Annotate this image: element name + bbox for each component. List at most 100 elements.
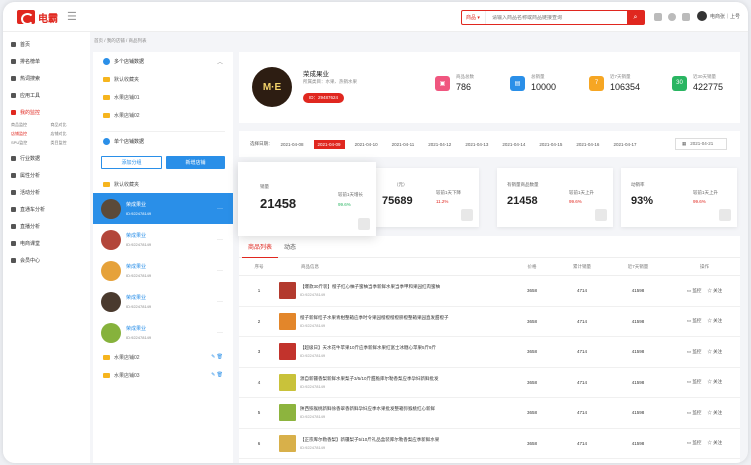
date-option[interactable]: 2021-04-16 <box>572 140 603 149</box>
date-option[interactable]: 2021-04-08 <box>277 140 308 149</box>
stat-card-goods-with-sales[interactable]: 有销量商品数量 21458 较前1天上升 99.6% <box>497 168 613 227</box>
store-item[interactable]: 荣成果业 ID:922478149 ··· <box>93 224 233 255</box>
more-icon[interactable]: ··· <box>217 330 223 336</box>
sidebar-item-activity[interactable]: 活动分析 <box>3 184 90 201</box>
follow-button[interactable]: ☆ 关注 <box>707 349 722 355</box>
group-single-header[interactable]: 单个店铺数据 <box>93 132 233 150</box>
folder-item[interactable]: 水果店铺02 <box>93 106 233 124</box>
message-icon[interactable] <box>682 13 690 21</box>
more-icon[interactable]: ··· <box>217 206 223 212</box>
folder-item[interactable]: 水果店铺01 <box>93 88 233 106</box>
sidebar-item-home[interactable]: 首页 <box>3 36 90 53</box>
date-option[interactable]: 2021-04-12 <box>424 140 455 149</box>
date-option[interactable]: 2021-04-15 <box>535 140 566 149</box>
sidebar-item-my-monitor[interactable]: 我的监控 <box>3 104 90 121</box>
add-store-button[interactable]: 新增店铺 <box>166 156 225 169</box>
product-thumbnail[interactable] <box>279 434 296 452</box>
search-button[interactable]: ⌕ <box>627 11 644 24</box>
menu-toggle-icon[interactable]: ☰ <box>67 10 77 23</box>
cart-icon[interactable] <box>654 13 662 21</box>
product-name[interactable]: 【正宗库尔勒香梨】新疆梨子5/10斤礼品盒装库尔勒香梨应季新鲜水果 <box>300 437 439 443</box>
follow-button[interactable]: ☆ 关注 <box>707 440 722 446</box>
product-name[interactable]: 陕西猕猴桃新鲜徐香翠香新鲜孕妇应季水果批发整箱弥猴桃红心新鲜 <box>300 406 435 412</box>
submenu-category-monitor[interactable]: 类目监控 <box>51 140 91 146</box>
edit-delete-icons[interactable]: ✎ 🗑 <box>211 372 223 378</box>
search-category-select[interactable]: 商品 ▾ <box>462 11 486 24</box>
more-icon[interactable]: ··· <box>217 299 223 305</box>
store-item[interactable]: 荣成果业 ID:922478149 ··· <box>93 317 233 348</box>
date-option-active[interactable]: 2021-04-09 <box>313 139 345 149</box>
follow-button[interactable]: ☆ 关注 <box>707 410 722 416</box>
table-row[interactable]: 1 【爆款30斤装】橙子红心柚子蜜柚当季新鲜水果当季甲和果园红肉蜜柚 ID:9224… <box>239 276 740 307</box>
add-group-button[interactable]: 添加分组 <box>101 156 162 169</box>
calendar-icon: ▦ <box>682 141 687 146</box>
chevron-up-icon[interactable]: ︿ <box>217 57 223 66</box>
group-multi-header[interactable]: 多个店铺数据 ︿ <box>93 52 233 70</box>
sidebar-item-live[interactable]: 直播分析 <box>3 218 90 235</box>
sidebar-item-hot-search[interactable]: 热词搜索 <box>3 70 90 87</box>
date-option[interactable]: 2021-04-11 <box>388 140 419 149</box>
help-icon[interactable] <box>668 13 676 21</box>
product-thumbnail[interactable] <box>279 404 296 422</box>
more-icon[interactable]: ··· <box>217 268 223 274</box>
product-thumbnail[interactable] <box>279 343 296 361</box>
more-icon[interactable]: ··· <box>217 237 223 243</box>
product-thumbnail[interactable] <box>279 312 296 330</box>
sidebar-item-ranking[interactable]: 排名榜单 <box>3 53 90 70</box>
monitor-button[interactable]: ▭ 监控 <box>687 379 702 385</box>
store-item[interactable]: 荣成果业 ID:922478149 ··· <box>93 193 233 224</box>
product-thumbnail[interactable] <box>279 282 296 300</box>
stat-card-sell-through[interactable]: 动销率 93% 较前1天上升 99.6% <box>621 168 737 227</box>
monitor-button[interactable]: ▭ 监控 <box>687 288 702 294</box>
sidebar-item-ztc[interactable]: 直通车分析 <box>3 201 90 218</box>
tab-dynamics[interactable]: 动态 <box>278 236 302 258</box>
product-name[interactable]: 源自新疆香梨新鲜水果梨子3/5/10斤甜脆库尔勒香梨应季孕妇新鲜批发 <box>300 376 439 382</box>
product-name[interactable]: 橙子新鲜桔子水果青柑整箱应季时令果园橙橙橙橙脐橙整箱果园直发甜橙子 <box>300 315 449 321</box>
tab-goods-list[interactable]: 商品列表 <box>242 236 279 258</box>
stat-card-sales[interactable]: 销量 21458 较前1天增长 99.6% <box>238 162 376 236</box>
search-input[interactable] <box>486 14 627 21</box>
chart-icon: ▤ <box>510 75 525 91</box>
product-name[interactable]: 【爆款30斤装】橙子红心柚子蜜柚当季新鲜水果当季甲和果园红肉蜜柚 <box>300 284 440 290</box>
monitor-button[interactable]: ▭ 监控 <box>687 318 702 324</box>
folder-item[interactable]: 水果店铺03 ✎ 🗑 <box>93 366 233 384</box>
submenu-goods-compare[interactable]: 商品对比 <box>51 122 91 128</box>
edit-delete-icons[interactable]: ✎ 🗑 <box>211 354 223 360</box>
submenu-store-compare[interactable]: 店铺对比 <box>51 131 91 137</box>
table-row[interactable]: 3 【超级日】天水花牛苹果10斤应季新鲜水果红富士冰糖心苹果5斤9斤 ID:9224… <box>239 337 740 368</box>
submenu-spu-monitor[interactable]: SPU监控 <box>11 140 51 146</box>
table-row[interactable]: 4 源自新疆香梨新鲜水果梨子3/5/10斤甜脆库尔勒香梨应季孕妇新鲜批发 ID:92… <box>239 368 740 398</box>
date-option[interactable]: 2021-04-14 <box>498 140 529 149</box>
app-logo[interactable]: 电霸 <box>17 9 58 25</box>
store-item[interactable]: 荣成果业 ID:922478149 ··· <box>93 255 233 286</box>
sidebar-item-member[interactable]: 会员中心 <box>3 252 90 269</box>
folder-item[interactable]: 默认收藏夹 <box>93 70 233 88</box>
store-item[interactable]: 荣成果业 ID:922478149 ··· <box>93 286 233 317</box>
table-row[interactable]: 2 橙子新鲜桔子水果青柑整箱应季时令果园橙橙橙橙脐橙整箱果园直发甜橙子 ID:922… <box>239 307 740 337</box>
stat-card-amount[interactable]: （元） 75689 较前1天下降 11.2% <box>376 168 479 227</box>
date-option[interactable]: 2021-04-17 <box>609 140 640 149</box>
product-name[interactable]: 【超级日】天水花牛苹果10斤应季新鲜水果红富士冰糖心苹果5斤9斤 <box>300 345 436 351</box>
folder-item[interactable]: 默认收藏夹 <box>93 175 233 193</box>
sidebar-item-industry[interactable]: 行业数据 <box>3 150 90 167</box>
folder-item[interactable]: 水果店铺02 ✎ 🗑 <box>93 348 233 366</box>
sidebar-item-attribute[interactable]: 属性分析 <box>3 167 90 184</box>
store-panel: 多个店铺数据 ︿ 默认收藏夹 水果店铺01 水果店铺02 单个店铺数据 添加分组 … <box>93 52 233 463</box>
user-menu[interactable]: 电商张｜上号 <box>697 11 740 21</box>
submenu-goods-monitor[interactable]: 商品监控 <box>11 122 51 128</box>
monitor-button[interactable]: ▭ 监控 <box>687 440 702 446</box>
follow-button[interactable]: ☆ 关注 <box>707 318 722 324</box>
product-thumbnail[interactable] <box>279 373 296 391</box>
table-row[interactable]: 6 【正宗库尔勒香梨】新疆梨子5/10斤礼品盒装库尔勒香梨应季新鲜水果 ID:922… <box>239 429 740 459</box>
monitor-button[interactable]: ▭ 监控 <box>687 349 702 355</box>
date-picker[interactable]: ▦ 2021-04-21 <box>675 138 727 150</box>
submenu-store-monitor[interactable]: 店铺监控 <box>11 131 51 137</box>
sidebar-item-tools[interactable]: 应用工具 <box>3 87 90 104</box>
monitor-button[interactable]: ▭ 监控 <box>687 410 702 416</box>
follow-button[interactable]: ☆ 关注 <box>707 288 722 294</box>
table-row[interactable]: 5 陕西猕猴桃新鲜徐香翠香新鲜孕妇应季水果批发整箱弥猴桃红心新鲜 ID:922478… <box>239 398 740 429</box>
date-option[interactable]: 2021-04-10 <box>351 140 382 149</box>
date-option[interactable]: 2021-04-13 <box>461 140 492 149</box>
sidebar-item-classroom[interactable]: 电商课堂 <box>3 235 90 252</box>
follow-button[interactable]: ☆ 关注 <box>707 379 722 385</box>
